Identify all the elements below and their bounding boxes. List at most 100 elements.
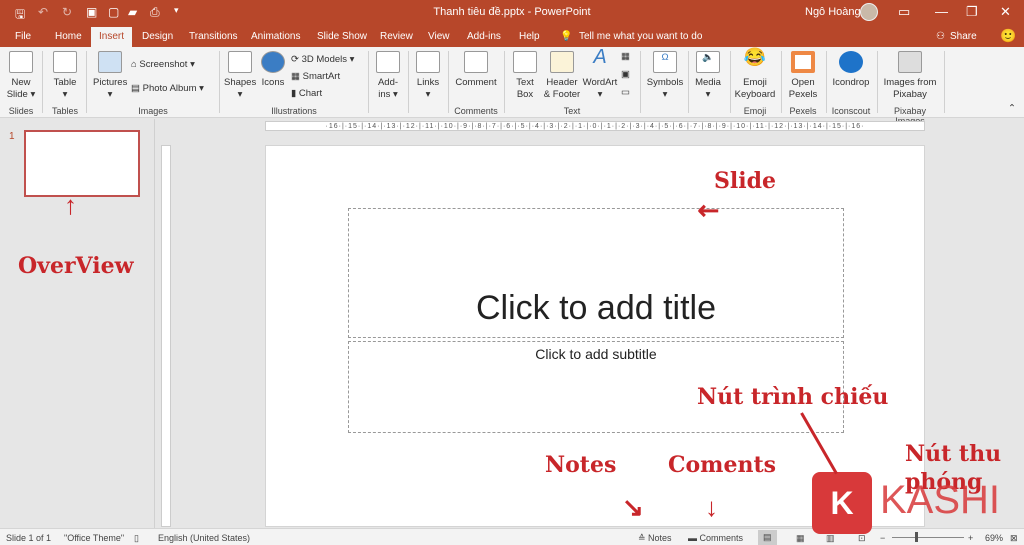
images-from-pixabay-button[interactable]: Images from Pixabay (880, 51, 940, 101)
share-icon[interactable]: ⚇ (936, 31, 945, 42)
new-slide-button[interactable]: New Slide ▾ (6, 51, 36, 101)
language[interactable]: English (United States) (158, 533, 250, 543)
horizontal-ruler: ·16·|·15·|·14·|·13·|·12·|·11·|·10·|·9·|·… (265, 121, 925, 131)
close-icon[interactable]: ✕ (1000, 4, 1011, 20)
slide-number-icon[interactable]: ▣ (621, 69, 630, 80)
smiley-feedback-icon[interactable]: 🙂 (1000, 28, 1016, 44)
text-box-button[interactable]: Text Box (512, 51, 538, 101)
annotation-overview: OverView (18, 253, 134, 279)
zoom-out-button[interactable]: − (880, 533, 885, 543)
zoom-level[interactable]: 69% (985, 533, 1003, 543)
lightbulb-icon: 💡 (560, 31, 573, 42)
annotation-comments: Coments (668, 452, 777, 478)
group-label-tables: Tables (51, 106, 78, 116)
pictures-icon (98, 51, 122, 73)
wordart-icon: A (593, 46, 607, 68)
tab-transitions[interactable]: Transitions (189, 31, 238, 42)
tab-file[interactable]: File (15, 31, 31, 42)
restore-icon[interactable]: ❐ (966, 4, 978, 20)
kashi-logo-text: KASHI (880, 478, 1001, 522)
camera-icon (898, 51, 922, 73)
reading-view-icon[interactable]: ▥ (826, 533, 835, 544)
tab-home[interactable]: Home (55, 31, 82, 42)
date-time-icon[interactable]: ▦ (621, 51, 630, 62)
slide-sorter-icon[interactable]: ▦ (796, 533, 805, 544)
pictures-button[interactable]: Pictures ▾ (93, 51, 127, 101)
kashi-logo-mark: K (812, 472, 872, 534)
ribbon-tabs: File Home Insert Design Transitions Anim… (0, 25, 1024, 47)
icons-icon (261, 51, 285, 73)
group-label-pexels: Pexels (789, 106, 817, 116)
media-button[interactable]: 🔈 Media ▾ (692, 51, 724, 101)
arrow-icon: ↑ (64, 190, 77, 220)
ribbon-display-icon[interactable]: ▭ (898, 4, 910, 20)
tab-add-ins[interactable]: Add-ins (467, 31, 501, 42)
table-icon (53, 51, 77, 73)
group-label-comments: Comments (454, 106, 498, 116)
theme-name: "Office Theme" (64, 533, 125, 543)
annotation-slide: Slide (714, 168, 776, 194)
smartart-button[interactable]: ▦ SmartArt (291, 71, 340, 82)
tell-me-search[interactable]: Tell me what you want to do (579, 31, 702, 42)
arrow-icon: ↓ (705, 492, 718, 522)
object-icon[interactable]: ▭ (621, 87, 630, 98)
tab-view[interactable]: View (428, 31, 450, 42)
tab-design[interactable]: Design (142, 31, 173, 42)
accessibility-icon[interactable]: ▯ (134, 533, 139, 544)
slide-thumbnail[interactable] (24, 130, 140, 197)
zoom-slider-thumb[interactable] (915, 532, 918, 542)
annotation-notes: Notes (545, 452, 617, 478)
add-ins-icon (376, 51, 400, 73)
pexels-icon (791, 51, 815, 73)
tab-help[interactable]: Help (519, 31, 540, 42)
annotation-present-button: Nút trình chiếu (697, 384, 889, 410)
chart-button[interactable]: ▮ Chart (291, 88, 322, 99)
comment-button[interactable]: Comment (454, 51, 498, 89)
slide-thumbnail-pane: 1 (0, 119, 155, 528)
media-icon: 🔈 (696, 51, 720, 73)
table-button[interactable]: Table ▾ (50, 51, 80, 101)
emoji-keyboard-button[interactable]: 😂 Emoji Keyboard (734, 47, 776, 101)
3d-models-button[interactable]: ⟳ 3D Models ▾ (291, 54, 354, 65)
open-pexels-button[interactable]: Open Pexels (786, 51, 820, 101)
zoom-in-button[interactable]: + (968, 533, 973, 543)
photo-album-button[interactable]: ▤ Photo Album ▾ (131, 83, 204, 94)
links-icon (416, 51, 440, 73)
add-ins-button[interactable]: Add-ins ▾ (374, 51, 402, 101)
slide-show-icon[interactable]: ⊡ (858, 533, 866, 544)
group-label-iconscout: Iconscout (831, 106, 871, 116)
normal-view-icon[interactable]: ▤ (758, 530, 777, 545)
minimize-icon[interactable]: — (935, 4, 948, 19)
tab-animations[interactable]: Animations (251, 31, 300, 42)
icondrop-button[interactable]: Icondrop (830, 51, 872, 89)
fit-to-window-icon[interactable]: ⊠ (1010, 533, 1018, 544)
share-button[interactable]: Share (950, 31, 977, 42)
group-label-illustrations: Illustrations (271, 106, 317, 116)
icons-button[interactable]: Icons (260, 51, 286, 89)
symbols-icon: Ω (653, 51, 677, 73)
collapse-ribbon-icon[interactable]: ⌃ (1008, 103, 1016, 114)
tab-slide-show[interactable]: Slide Show (317, 31, 367, 42)
new-slide-icon (9, 51, 33, 73)
symbols-button[interactable]: Ω Symbols ▾ (646, 51, 684, 101)
ribbon: New Slide ▾ Slides Table ▾ Tables Picture… (0, 46, 1024, 126)
tab-insert[interactable]: Insert (91, 27, 133, 47)
avatar[interactable] (860, 3, 878, 21)
links-button[interactable]: Links ▾ (414, 51, 442, 101)
slide-count: Slide 1 of 1 (6, 533, 52, 543)
user-name[interactable]: Ngô Hoàng (805, 6, 861, 18)
arrow-icon: ↘ (622, 492, 644, 522)
header-footer-button[interactable]: Header & Footer (542, 51, 582, 101)
group-label-images: Images (138, 106, 168, 116)
zoom-slider[interactable] (892, 537, 964, 538)
title-placeholder[interactable]: Click to add title (348, 208, 844, 338)
tab-review[interactable]: Review (380, 31, 413, 42)
vertical-ruler (161, 145, 171, 527)
shapes-button[interactable]: Shapes ▾ (224, 51, 256, 101)
notes-button[interactable]: ≙ Notes (638, 533, 672, 544)
text-box-icon (513, 51, 537, 73)
comments-button[interactable]: ▬ Comments (688, 533, 743, 543)
emoji-icon: 😂 (743, 47, 767, 67)
screenshot-button[interactable]: ⌂ Screenshot ▾ (131, 59, 195, 70)
wordart-button[interactable]: A WordArt ▾ (582, 46, 618, 101)
